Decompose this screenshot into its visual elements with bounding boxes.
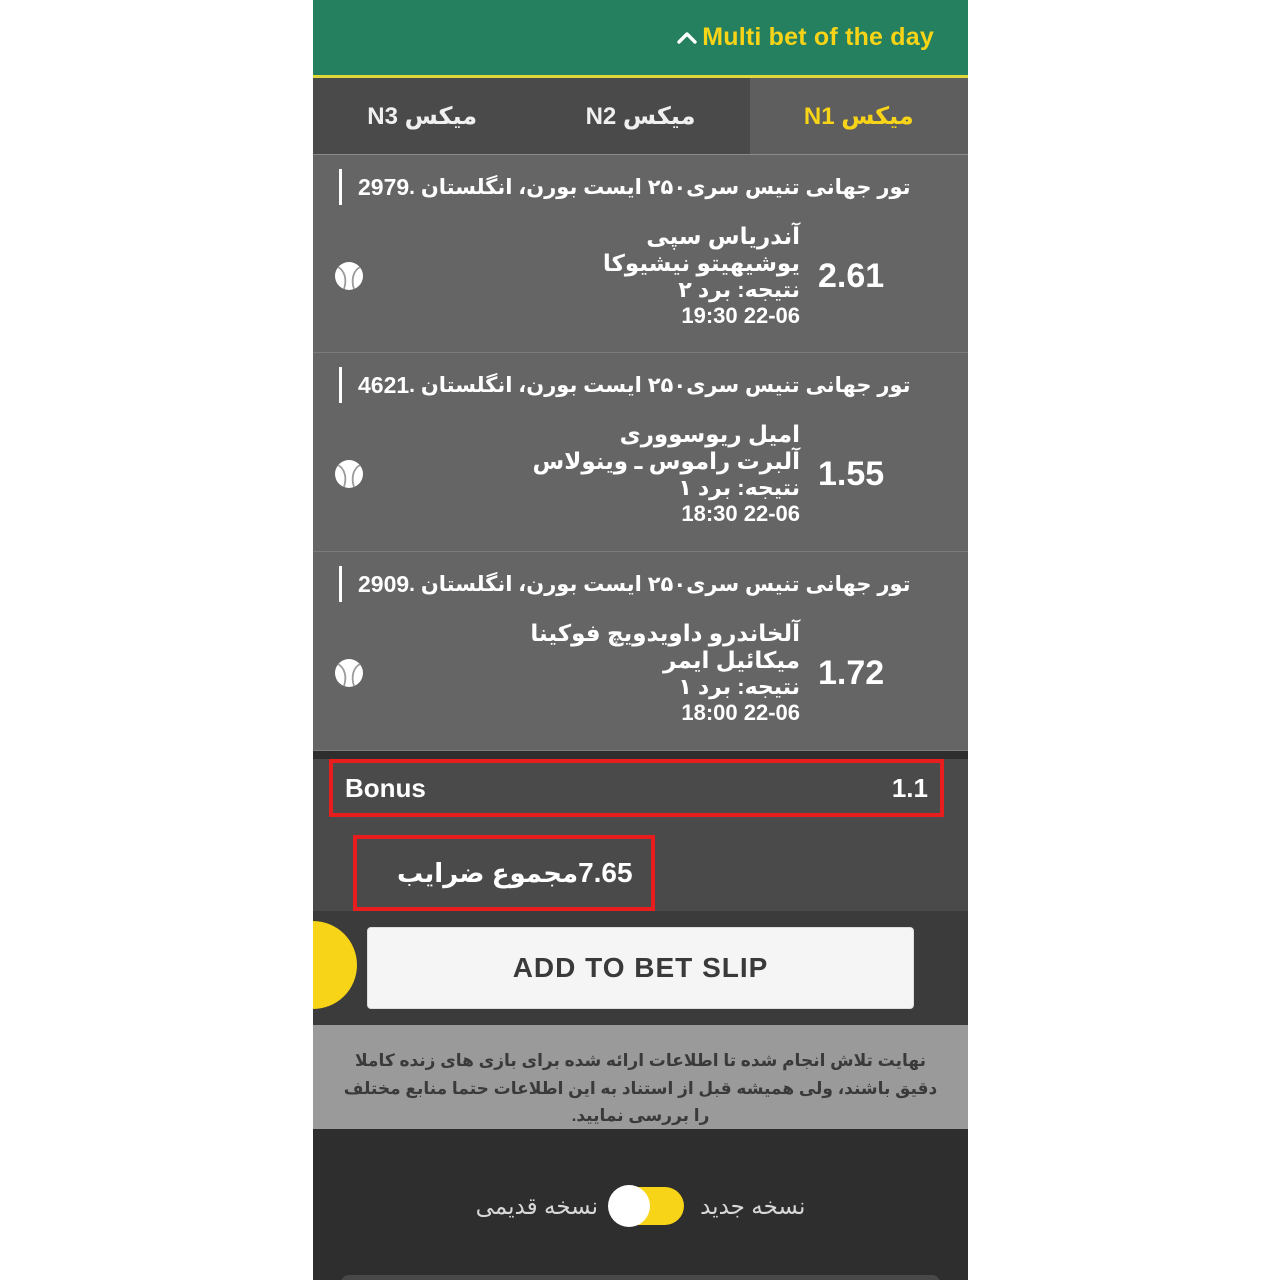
toggle-new-version-label: نسخه جدید [700, 1192, 806, 1219]
match-header: 2909 تور جهانی تنیس سری۲۵۰ ایست بورن، ان… [313, 552, 968, 602]
version-toggle-row: نسخه قدیمی نسخه جدید [313, 1185, 968, 1227]
table-row[interactable]: 2909 تور جهانی تنیس سری۲۵۰ ایست بورن، ان… [313, 552, 968, 751]
match-list: 2979 تور جهانی تنیس سری۲۵۰ ایست بورن، ان… [313, 154, 968, 751]
match-league: تور جهانی تنیس سری۲۵۰ ایست بورن، انگلستا… [409, 175, 911, 199]
match-id: 4621 [358, 371, 410, 398]
kickoff-time: 18:00 22-06 [681, 700, 800, 726]
total-odds-box: مجموع ضرایب 7.65 [353, 835, 655, 911]
match-info: آلخاندرو داویدویچ فوکینا میکائیل ایمر نت… [369, 620, 806, 726]
row-accent-bar [339, 566, 342, 602]
tennis-ball-icon [329, 259, 369, 293]
bonus-row: Bonus 1.1 [329, 759, 944, 817]
footer: نسخه قدیمی نسخه جدید [313, 1129, 968, 1280]
row-accent-bar [339, 169, 342, 205]
match-body: آلخاندرو داویدویچ فوکینا میکائیل ایمر نت… [313, 602, 968, 742]
tab-mix-n3[interactable]: میکس N3 [313, 78, 532, 154]
toggle-old-version-label: نسخه قدیمی [475, 1192, 599, 1219]
match-info: امیل ریوسووری آلبرت راموس ـ وینولاس نتیج… [369, 421, 806, 527]
match-info: آندریاس سپی یوشیهیتو نیشیوکا نتیجه: برد … [369, 223, 806, 329]
betting-app-panel: Multi bet of the day میکس N1 میکس N2 میک… [313, 0, 968, 1280]
bet-outcome: نتیجه: برد ۲ [678, 277, 800, 303]
match-id: 2909 [358, 570, 410, 597]
player-one: آندریاس سپی [646, 222, 800, 249]
odd-value[interactable]: 1.55 [806, 455, 956, 494]
match-id: 2979 [358, 173, 410, 200]
tab-mix-n2[interactable]: میکس N2 [531, 78, 750, 154]
odd-value[interactable]: 1.72 [806, 654, 956, 693]
bonus-label: Bonus [345, 772, 426, 803]
mix-tabs: میکس N1 میکس N2 میکس N3 [313, 78, 968, 154]
match-header: 4621 تور جهانی تنیس سری۲۵۰ ایست بورن، ان… [313, 353, 968, 403]
match-header: 2979 تور جهانی تنیس سری۲۵۰ ایست بورن، ان… [313, 155, 968, 205]
page-title: Multi bet of the day [702, 23, 934, 51]
table-row[interactable]: 4621 تور جهانی تنیس سری۲۵۰ ایست بورن، ان… [313, 353, 968, 552]
bet-outcome: نتیجه: برد ۱ [678, 475, 800, 501]
disclaimer-banner: نهایت تلاش انجام شده تا اطلاعات ارائه شد… [313, 1025, 968, 1129]
match-league: تور جهانی تنیس سری۲۵۰ ایست بورن، انگلستا… [409, 572, 911, 596]
bonus-highlight: Bonus 1.1 [329, 759, 944, 817]
tab-mix-n2-label: میکس N2 [585, 102, 696, 130]
player-one: آلخاندرو داویدویچ فوکینا [530, 619, 800, 646]
bottom-sheet-edge [341, 1275, 940, 1280]
match-body: آندریاس سپی یوشیهیتو نیشیوکا نتیجه: برد … [313, 205, 968, 345]
match-body: امیل ریوسووری آلبرت راموس ـ وینولاس نتیج… [313, 403, 968, 543]
bet-outcome: نتیجه: برد ۱ [678, 674, 800, 700]
tab-mix-n3-label: میکس N3 [367, 102, 478, 130]
bet-summary: Bonus 1.1 مجموع ضرایب 7.65 [313, 759, 968, 911]
multibet-header[interactable]: Multi bet of the day [313, 0, 968, 78]
disclaimer-text: نهایت تلاش انجام شده تا اطلاعات ارائه شد… [343, 1051, 938, 1126]
chevron-up-icon[interactable] [672, 23, 702, 53]
add-to-bet-slip-button[interactable]: ADD TO BET SLIP [367, 927, 914, 1009]
version-toggle-switch[interactable] [608, 1185, 685, 1227]
total-odds-value: 7.65 [578, 857, 633, 888]
cta-area: ADD TO BET SLIP [313, 911, 968, 1025]
bonus-value: 1.1 [891, 772, 928, 803]
tab-mix-n1[interactable]: میکس N1 [749, 78, 968, 154]
match-league: تور جهانی تنیس سری۲۵۰ ایست بورن، انگلستا… [409, 373, 911, 397]
player-one: امیل ریوسووری [619, 420, 800, 447]
total-odds-highlight: مجموع ضرایب 7.65 [313, 835, 968, 911]
kickoff-time: 19:30 22-06 [681, 303, 800, 329]
tab-mix-n1-label: میکس N1 [803, 102, 914, 130]
player-two: میکائیل ایمر [663, 647, 800, 674]
tennis-ball-icon [329, 656, 369, 690]
row-accent-bar [339, 367, 342, 403]
tennis-ball-icon [329, 457, 369, 491]
screenshot-root: Multi bet of the day میکس N1 میکس N2 میک… [0, 0, 1280, 1280]
kickoff-time: 18:30 22-06 [681, 501, 800, 527]
toggle-knob [608, 1185, 651, 1227]
total-odds-label: مجموع ضرایب [397, 857, 579, 888]
table-row[interactable]: 2979 تور جهانی تنیس سری۲۵۰ ایست بورن، ان… [313, 154, 968, 353]
player-two: آلبرت راموس ـ وینولاس [532, 448, 801, 475]
player-two: یوشیهیتو نیشیوکا [602, 250, 800, 277]
floating-action-circle[interactable] [313, 921, 357, 1009]
odd-value[interactable]: 2.61 [806, 257, 956, 296]
